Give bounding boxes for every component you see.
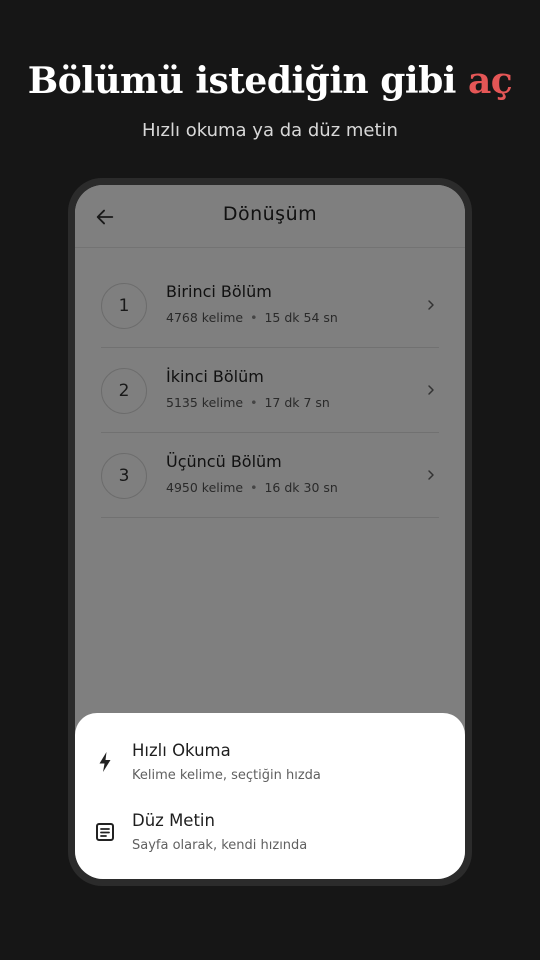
- lightning-icon: [99, 752, 111, 772]
- option-title: Düz Metin: [132, 811, 215, 830]
- subheadline: Hızlı okuma ya da düz metin: [142, 120, 398, 141]
- bottom-sheet: Hızlı Okuma Kelime kelime, seçtiğin hızd…: [75, 713, 465, 879]
- phone-frame: Dönüşüm 1 Birinci Bölüm 4768 kelime•15 d…: [68, 178, 472, 886]
- phone-screen: Dönüşüm 1 Birinci Bölüm 4768 kelime•15 d…: [75, 185, 465, 879]
- option-subtitle: Sayfa olarak, kendi hızında: [132, 838, 308, 853]
- headline-accent: aç: [467, 60, 513, 102]
- document-icon: [96, 823, 114, 841]
- fast-reading-option[interactable]: Hızlı Okuma Kelime kelime, seçtiğin hızd…: [75, 727, 465, 797]
- headline-main: Bölümü istediğin gibi: [27, 60, 468, 102]
- plain-text-option[interactable]: Düz Metin Sayfa olarak, kendi hızında: [75, 797, 465, 867]
- option-subtitle: Kelime kelime, seçtiğin hızda: [132, 768, 321, 783]
- promo-page: Bölümü istediğin gibi aç Hızlı okuma ya …: [0, 0, 540, 960]
- headline: Bölümü istediğin gibi aç: [0, 60, 540, 102]
- option-title: Hızlı Okuma: [132, 741, 231, 760]
